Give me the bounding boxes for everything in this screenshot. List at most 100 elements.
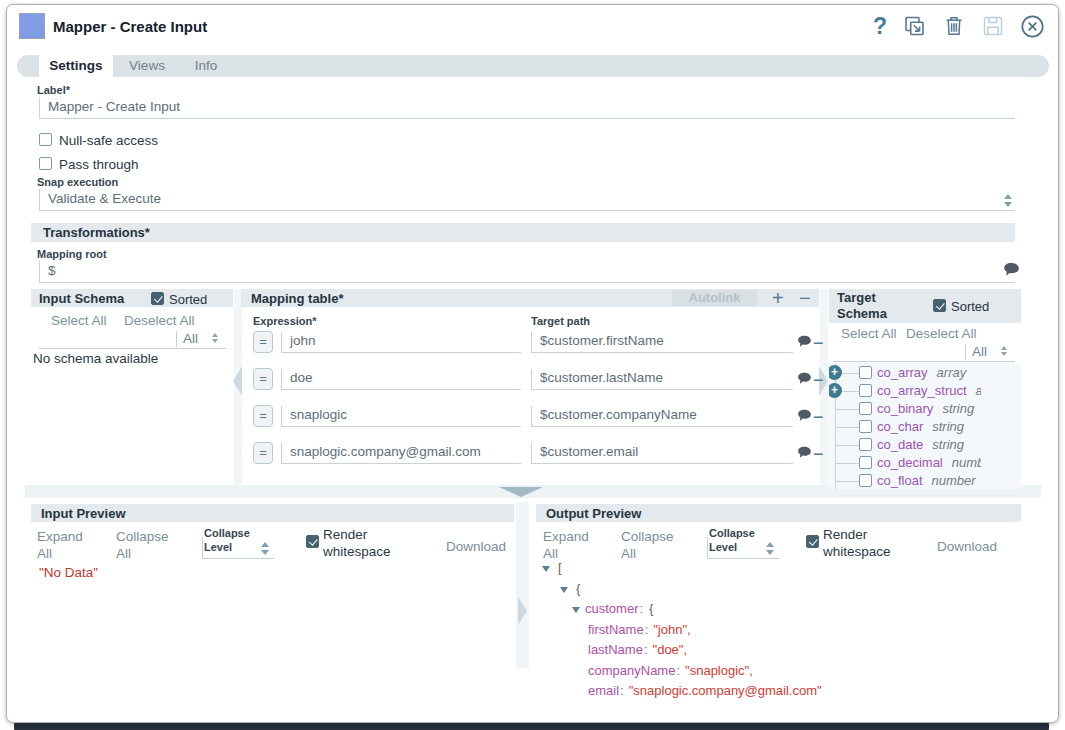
schema-node-checkbox[interactable] <box>859 474 872 487</box>
mapping-row: doe $customer.lastName − <box>241 368 819 392</box>
input-schema-deselect-all[interactable]: Deselect All <box>124 313 195 328</box>
expand-node-icon[interactable] <box>829 383 842 398</box>
label-field[interactable]: Mapper - Create Input <box>39 97 1015 119</box>
schema-node-checkbox[interactable] <box>859 456 872 469</box>
target-schema-title: Target Schema <box>829 289 919 322</box>
schema-node-checkbox[interactable] <box>859 420 872 433</box>
expression-input[interactable]: doe <box>281 369 521 390</box>
target-path-input[interactable]: $customer.lastName <box>531 369 793 390</box>
mapping-table-header: Mapping table* Autolink + − <box>241 289 819 307</box>
add-row-button[interactable]: + <box>772 290 784 306</box>
pass-through-label: Pass through <box>59 157 139 172</box>
collapse-level-spinner-icon[interactable] <box>261 542 269 555</box>
snap-execution-spinner-icon[interactable] <box>1004 194 1012 207</box>
remove-this-row-icon[interactable]: − <box>813 408 824 426</box>
remove-this-row-icon[interactable]: − <box>813 445 824 463</box>
input-schema-filter[interactable]: All <box>39 329 226 349</box>
comment-bubble-icon[interactable] <box>797 334 812 352</box>
target-path-input[interactable]: $customer.companyName <box>531 406 793 427</box>
input-preview-content: "No Data" <box>39 565 98 580</box>
target-schema-sorted-checkbox[interactable] <box>933 299 946 312</box>
remove-this-row-icon[interactable]: − <box>813 334 824 352</box>
collapse-preview-icon[interactable] <box>499 487 543 497</box>
schema-node[interactable]: co_decimalnumber <box>829 454 1021 472</box>
input-schema-sorted-checkbox[interactable] <box>151 292 164 305</box>
dialog-title: Mapper - Create Input <box>53 18 207 35</box>
input-schema-sort-arrows-icon[interactable] <box>212 333 218 343</box>
mapping-root-field[interactable]: $ <box>39 261 1015 283</box>
expand-all-link[interactable]: Expand All <box>37 528 93 562</box>
expression-toggle-button[interactable] <box>253 442 273 464</box>
collapse-level-spinner-icon[interactable] <box>766 542 774 555</box>
schema-node[interactable]: co_arrayarray <box>829 364 1021 382</box>
remove-this-row-icon[interactable]: − <box>813 371 824 389</box>
comment-bubble-icon[interactable] <box>797 371 812 389</box>
target-schema-sort-arrows-icon[interactable] <box>1001 346 1007 356</box>
json-line[interactable]: { <box>536 581 1021 602</box>
comment-bubble-icon[interactable] <box>1003 262 1020 281</box>
schema-node-checkbox[interactable] <box>859 384 872 397</box>
expression-column-header: Expression* <box>253 315 317 327</box>
snap-execution-label: Snap execution <box>37 176 118 188</box>
mapping-root-label: Mapping root <box>37 248 107 260</box>
collapse-input-preview-icon[interactable] <box>518 597 527 625</box>
tab-bar: Settings Views Info <box>17 55 1049 77</box>
download-link[interactable]: Download <box>937 538 997 555</box>
snap-execution-select[interactable]: Validate & Execute <box>39 189 1015 211</box>
expression-input[interactable]: snaplogic.company@gmail.com <box>281 443 521 464</box>
target-schema-sort-select[interactable]: All <box>965 344 987 360</box>
collapse-level-label: Collapse Level <box>204 526 258 554</box>
tab-info[interactable]: Info <box>181 55 231 77</box>
json-line[interactable]: firstName"john", <box>536 622 1021 643</box>
expression-toggle-button[interactable] <box>253 405 273 427</box>
render-whitespace-checkbox[interactable] <box>806 535 819 548</box>
tab-views[interactable]: Views <box>113 55 181 77</box>
pass-through-checkbox[interactable] <box>39 157 52 170</box>
schema-node[interactable]: co_charstring <box>829 418 1021 436</box>
close-icon[interactable] <box>1020 14 1045 39</box>
schema-node[interactable]: co_datestring <box>829 436 1021 454</box>
schema-node[interactable]: co_array_structarray <box>829 382 1021 400</box>
input-schema-sort-select[interactable]: All <box>176 331 198 347</box>
target-schema-filter[interactable]: All <box>833 342 1015 362</box>
save-icon[interactable] <box>981 14 1005 38</box>
comment-bubble-icon[interactable] <box>797 408 812 426</box>
target-schema-deselect-all[interactable]: Deselect All <box>906 326 977 341</box>
preview-column-splitter[interactable] <box>516 502 529 668</box>
target-path-input[interactable]: $customer.email <box>531 443 793 464</box>
null-safe-label: Null-safe access <box>59 133 158 148</box>
expand-node-icon[interactable] <box>829 365 842 380</box>
collapse-all-link[interactable]: Collapse All <box>116 528 178 562</box>
schema-node[interactable]: co_binarystring <box>829 400 1021 418</box>
comment-bubble-icon[interactable] <box>797 445 812 463</box>
target-schema-select-all[interactable]: Select All <box>841 326 897 341</box>
json-line[interactable]: companyName"snaplogic", <box>536 663 1021 684</box>
delete-icon[interactable] <box>942 14 966 38</box>
expand-all-link[interactable]: Expand All <box>543 528 599 562</box>
collapse-all-link[interactable]: Collapse All <box>621 528 683 562</box>
expression-input[interactable]: snaplogic <box>281 406 521 427</box>
json-line[interactable]: customer{ <box>536 601 1021 622</box>
transformations-header: Transformations* <box>31 223 1015 242</box>
export-pipeline-icon[interactable] <box>902 14 927 39</box>
target-schema-sorted-label: Sorted <box>951 299 989 314</box>
input-schema-select-all[interactable]: Select All <box>51 313 107 328</box>
remove-row-button[interactable]: − <box>799 290 811 306</box>
tab-settings[interactable]: Settings <box>39 55 113 77</box>
schema-node[interactable]: co_floatnumber <box>829 472 1021 489</box>
expression-toggle-button[interactable] <box>253 331 273 353</box>
schema-node-checkbox[interactable] <box>859 366 872 379</box>
schema-node-checkbox[interactable] <box>859 402 872 415</box>
target-path-input[interactable]: $customer.firstName <box>531 332 793 353</box>
autolink-button[interactable]: Autolink <box>672 290 757 306</box>
expression-input[interactable]: john <box>281 332 521 353</box>
expression-toggle-button[interactable] <box>253 368 273 390</box>
download-link[interactable]: Download <box>446 538 506 555</box>
json-line[interactable]: lastName"doe", <box>536 642 1021 663</box>
help-icon[interactable]: ? <box>873 13 887 39</box>
schema-node-checkbox[interactable] <box>859 438 872 451</box>
json-line[interactable]: email"snaplogic.company@gmail.com" <box>536 683 1021 704</box>
render-whitespace-checkbox[interactable] <box>306 535 319 548</box>
null-safe-checkbox[interactable] <box>39 133 52 146</box>
json-line[interactable]: [ <box>536 560 1021 581</box>
